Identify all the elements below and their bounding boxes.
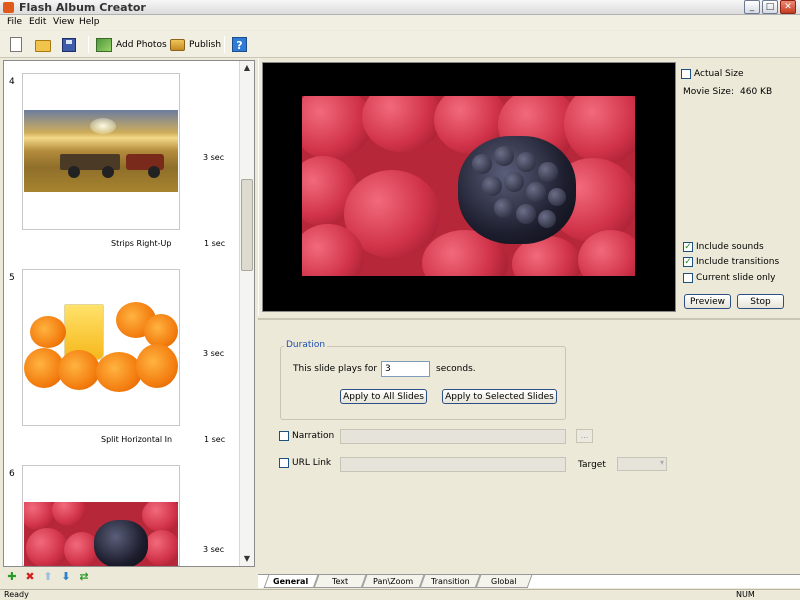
- new-file-icon: [10, 37, 22, 52]
- menu-help[interactable]: Help: [79, 17, 100, 27]
- farm-tractor-photo: [24, 110, 178, 192]
- add-icon[interactable]: ✚: [6, 571, 18, 583]
- orange-juice-photo: [24, 300, 178, 392]
- open-folder-icon: [35, 40, 51, 52]
- slide-number: 6: [9, 469, 15, 479]
- title-bar: Flash Album Creator _ □ ✕: [0, 0, 800, 15]
- save-icon: [62, 37, 76, 52]
- slide-list-scrollbar[interactable]: ▲ ▼: [239, 61, 254, 566]
- slide-number: 4: [9, 77, 15, 87]
- target-select: [617, 457, 667, 471]
- move-down-icon[interactable]: ⬇: [60, 571, 72, 583]
- duration-legend: Duration: [284, 340, 328, 350]
- include-sounds-option[interactable]: ✓ Include sounds: [683, 242, 764, 252]
- publish-button[interactable]: Publish: [170, 35, 221, 54]
- scroll-down-arrow-icon[interactable]: ▼: [241, 553, 253, 565]
- duration-label: This slide plays for: [293, 364, 378, 374]
- minimize-button[interactable]: _: [744, 0, 760, 14]
- move-up-icon[interactable]: ⬆: [42, 571, 54, 583]
- narration-checkbox[interactable]: [279, 431, 289, 441]
- status-bar: Ready NUM: [0, 589, 800, 600]
- slide-number: 5: [9, 273, 15, 283]
- include-transitions-checkbox[interactable]: ✓: [683, 257, 693, 267]
- preview-button[interactable]: Preview: [684, 294, 731, 309]
- narration-file-field: [340, 429, 566, 444]
- preview-berries-photo: [302, 96, 635, 276]
- include-sounds-checkbox[interactable]: ✓: [683, 242, 693, 252]
- tab-bar: General Text Pan\Zoom Transition Global: [258, 574, 800, 588]
- close-button[interactable]: ✕: [780, 0, 796, 14]
- transition-name[interactable]: Strips Right-Up: [111, 239, 171, 248]
- menu-edit[interactable]: Edit: [29, 17, 46, 27]
- actual-size-checkbox[interactable]: [681, 69, 691, 79]
- shuffle-icon[interactable]: ⇄: [78, 571, 90, 583]
- duration-group: [280, 346, 566, 420]
- current-slide-only-label: Current slide only: [696, 273, 776, 283]
- transition-name[interactable]: Split Horizontal In: [101, 435, 172, 444]
- tab-transition[interactable]: Transition: [419, 575, 481, 588]
- include-transitions-option[interactable]: ✓ Include transitions: [683, 257, 779, 267]
- url-link-label: URL Link: [292, 458, 332, 468]
- app-icon: [3, 2, 14, 13]
- toolbar: Add Photos Publish ?: [0, 31, 800, 58]
- window-title: Flash Album Creator: [19, 1, 146, 14]
- add-photos-label: Add Photos: [116, 39, 167, 50]
- slide-list-tools: ✚ ✖ ⬆ ⬇ ⇄: [6, 570, 90, 584]
- add-photos-icon: [96, 37, 112, 52]
- num-lock-indicator: NUM: [736, 590, 755, 599]
- narration-label: Narration: [292, 431, 335, 441]
- url-link-option[interactable]: URL Link: [279, 458, 331, 468]
- menu-file[interactable]: File: [7, 17, 22, 27]
- stop-button[interactable]: Stop: [737, 294, 784, 309]
- slide-duration: 3 sec: [203, 153, 225, 162]
- duration-input[interactable]: [381, 361, 430, 377]
- help-button[interactable]: ?: [232, 35, 247, 54]
- publish-icon: [170, 38, 185, 51]
- url-link-checkbox[interactable]: [279, 458, 289, 468]
- current-slide-only-option[interactable]: Current slide only: [683, 273, 776, 283]
- duration-unit: seconds.: [436, 364, 476, 374]
- save-button[interactable]: [62, 35, 76, 54]
- actual-size-label: Actual Size: [694, 69, 744, 79]
- tab-pan-zoom[interactable]: Pan\Zoom: [361, 575, 425, 588]
- include-sounds-label: Include sounds: [696, 242, 764, 252]
- slide-duration: 3 sec: [203, 545, 225, 554]
- tab-global[interactable]: Global: [475, 575, 533, 588]
- new-button[interactable]: [8, 35, 22, 54]
- scroll-up-arrow-icon[interactable]: ▲: [241, 62, 253, 74]
- movie-size-label: Movie Size:: [683, 87, 735, 97]
- actual-size-option[interactable]: Actual Size: [681, 69, 744, 79]
- status-text: Ready: [4, 590, 29, 599]
- berries-photo: [24, 502, 178, 566]
- target-label: Target: [578, 460, 606, 470]
- narration-option[interactable]: Narration: [279, 431, 334, 441]
- include-transitions-label: Include transitions: [696, 257, 780, 267]
- apply-selected-slides-button[interactable]: Apply to Selected Slides: [442, 389, 557, 404]
- add-photos-button[interactable]: Add Photos: [96, 35, 167, 54]
- maximize-button[interactable]: □: [762, 0, 778, 14]
- help-icon: ?: [232, 37, 247, 52]
- toolbar-separator: [224, 36, 225, 53]
- tab-general[interactable]: General: [263, 575, 319, 588]
- delete-icon[interactable]: ✖: [24, 571, 36, 583]
- narration-browse-button: ...: [576, 429, 593, 443]
- publish-label: Publish: [189, 39, 222, 50]
- menu-view[interactable]: View: [53, 17, 74, 27]
- scrollbar-thumb[interactable]: [241, 179, 253, 271]
- open-button[interactable]: [35, 35, 51, 54]
- tab-text[interactable]: Text: [313, 575, 367, 588]
- movie-size-value: 460 KB: [740, 87, 773, 97]
- menu-bar: File Edit View Help: [0, 15, 800, 30]
- slide-duration: 3 sec: [203, 349, 225, 358]
- url-link-field: [340, 457, 566, 472]
- apply-all-slides-button[interactable]: Apply to All Slides: [340, 389, 427, 404]
- current-slide-only-checkbox[interactable]: [683, 273, 693, 283]
- toolbar-separator: [88, 36, 89, 53]
- transition-duration: 1 sec: [204, 239, 226, 248]
- transition-duration: 1 sec: [204, 435, 226, 444]
